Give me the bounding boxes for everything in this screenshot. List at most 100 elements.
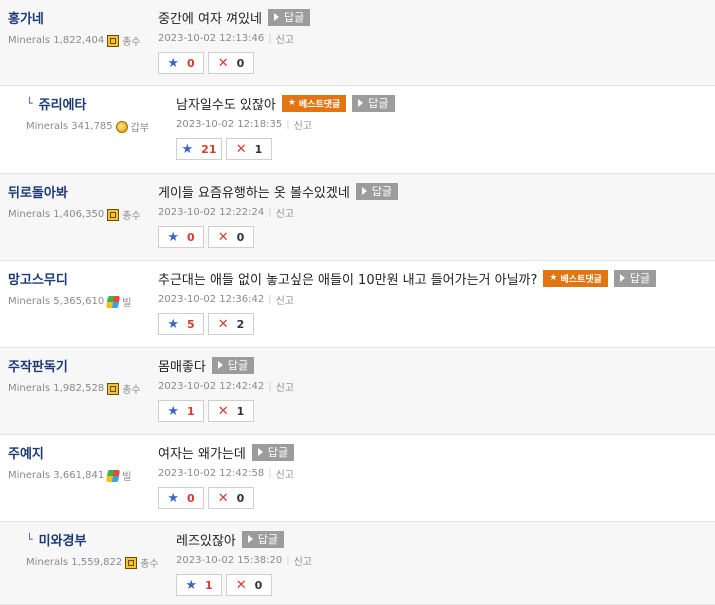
author-nickname[interactable]: └ 쥬리에타 <box>26 94 149 113</box>
comment-meta: 2023-10-02 12:42:42 | 신고 <box>158 379 294 394</box>
reply-button[interactable]: 답글 <box>352 94 395 112</box>
reply-button[interactable]: 답글 <box>613 269 657 287</box>
best-badge-label: 베스트댓글 <box>560 274 602 285</box>
report-link[interactable]: 신고 <box>294 553 312 568</box>
comment-date: 2023-10-02 12:13:46 <box>158 33 265 44</box>
nickname-text[interactable]: 홍가네 <box>8 8 44 27</box>
comment-meta: 2023-10-02 12:42:58 | 신고 <box>158 466 294 481</box>
upvote-count: 1 <box>205 578 213 592</box>
x-icon: ✕ <box>217 229 229 245</box>
author-nickname[interactable]: 홍가네 <box>8 8 141 27</box>
upvote-button[interactable]: ★ 5 <box>158 313 204 335</box>
downvote-button[interactable]: ✕ 0 <box>208 226 254 248</box>
comment-item: └ 쥬리에타 Minerals 341,785 갑부 남자일수도 있잖아 ★ 베스트댓글 답글… <box>0 86 715 174</box>
comment-body: 게이들 요즘유행하는 옷 볼수있겠네 답글 2023-10-02 12:22:24 |… <box>158 181 399 248</box>
play-icon <box>257 448 263 456</box>
reply-button[interactable]: 답글 <box>251 443 295 461</box>
report-link[interactable]: 신고 <box>276 466 294 481</box>
vote-buttons: ★ 0 ✕ 0 <box>158 226 398 248</box>
report-link[interactable]: 신고 <box>276 379 294 394</box>
upvote-button[interactable]: ★ 21 <box>176 138 222 160</box>
upvote-count: 1 <box>187 404 195 418</box>
reply-button[interactable]: 답글 <box>211 356 255 374</box>
author-meta: Minerals 1,559,822 총수 <box>26 555 159 570</box>
comment-author: 주예지 Minerals 3,661,841 빌 <box>8 443 131 483</box>
nickname-text[interactable]: 망고스무디 <box>8 269 68 288</box>
report-link[interactable]: 신고 <box>276 205 294 220</box>
play-icon <box>358 99 364 107</box>
comment-body: 남자일수도 있잖아 ★ 베스트댓글 답글 2023-10-02 12:18:35 | 신고 ★… <box>176 93 395 160</box>
x-icon: ✕ <box>217 403 229 419</box>
comment-body: 중간에 여자 껴있네 답글 2023-10-02 12:13:46 | 신고 ★ 0 ✕ 0 <box>158 7 311 74</box>
comment-date: 2023-10-02 15:38:20 <box>176 555 283 566</box>
nickname-text[interactable]: 주작판독기 <box>8 356 68 375</box>
comment-date: 2023-10-02 12:42:42 <box>158 381 265 392</box>
reply-button[interactable]: 답글 <box>267 8 311 26</box>
downvote-count: 1 <box>254 142 263 156</box>
downvote-button[interactable]: ✕ 1 <box>208 400 254 422</box>
downvote-button[interactable]: ✕ 0 <box>226 574 272 596</box>
minerals-count: Minerals 5,365,610 <box>8 296 105 307</box>
rank-box-icon <box>107 382 120 395</box>
comment-line: 여자는 왜가는데 답글 <box>158 442 295 462</box>
nickname-text[interactable]: 뒤로돌아봐 <box>8 182 68 201</box>
author-nickname[interactable]: └ 미와경부 <box>26 530 159 549</box>
upvote-button[interactable]: ★ 1 <box>176 574 222 596</box>
comment-line: 중간에 여자 껴있네 답글 <box>158 7 311 27</box>
vote-buttons: ★ 21 ✕ 1 <box>176 138 395 160</box>
comment-text: 몸매좋다 <box>158 359 206 375</box>
rank-label: 빌 <box>122 472 132 483</box>
comment-line: 추근대는 애들 없이 놓고싶은 애들이 10만원 내고 들어가는거 아닐까? ★ 베… <box>158 268 657 288</box>
rank-label: 총수 <box>122 385 141 396</box>
nickname-text[interactable]: 주예지 <box>8 443 44 462</box>
comment-text: 여자는 왜가는데 <box>158 446 246 462</box>
comment-date: 2023-10-02 12:18:35 <box>176 119 283 130</box>
play-icon <box>247 535 253 543</box>
reply-indicator-icon: └ <box>26 533 33 546</box>
nickname-text[interactable]: 미와경부 <box>39 530 87 549</box>
vote-buttons: ★ 1 ✕ 1 <box>158 400 294 422</box>
comment-author: 주작판독기 Minerals 1,982,528 총수 <box>8 356 141 396</box>
minerals-count: Minerals 1,406,350 <box>8 209 105 220</box>
windows-flag-icon <box>106 295 121 308</box>
upvote-button[interactable]: ★ 0 <box>158 226 204 248</box>
x-icon: ✕ <box>235 141 247 157</box>
author-nickname[interactable]: 주예지 <box>8 443 131 462</box>
separator: | <box>268 468 272 479</box>
reply-button[interactable]: 답글 <box>355 182 399 200</box>
star-icon: ★ <box>287 98 296 108</box>
reply-button-label: 답글 <box>371 185 393 198</box>
author-nickname[interactable]: 망고스무디 <box>8 269 131 288</box>
downvote-button[interactable]: ✕ 0 <box>208 487 254 509</box>
reply-button-label: 답글 <box>227 359 249 372</box>
downvote-count: 0 <box>236 491 245 505</box>
comment-author: └ 쥬리에타 Minerals 341,785 갑부 <box>26 94 149 134</box>
nickname-text[interactable]: 쥬리에타 <box>39 94 87 113</box>
comment-text: 게이들 요즘유행하는 옷 볼수있겠네 <box>158 185 350 201</box>
author-nickname[interactable]: 주작판독기 <box>8 356 141 375</box>
reply-button[interactable]: 답글 <box>241 530 285 548</box>
upvote-button[interactable]: ★ 0 <box>158 487 204 509</box>
upvote-count: 0 <box>187 491 195 505</box>
upvote-button[interactable]: ★ 0 <box>158 52 204 74</box>
upvote-button[interactable]: ★ 1 <box>158 400 204 422</box>
separator: | <box>286 555 290 566</box>
downvote-count: 0 <box>254 578 263 592</box>
downvote-button[interactable]: ✕ 2 <box>208 313 254 335</box>
comment-body: 레즈있잖아 답글 2023-10-02 15:38:20 | 신고 ★ 1 ✕ 0 <box>176 529 312 596</box>
minerals-count: Minerals 1,982,528 <box>8 383 105 394</box>
report-link[interactable]: 신고 <box>276 31 294 46</box>
author-meta: Minerals 5,365,610 빌 <box>8 294 131 309</box>
x-icon: ✕ <box>217 490 229 506</box>
star-icon: ★ <box>167 490 179 506</box>
report-link[interactable]: 신고 <box>276 292 294 307</box>
minerals-count: Minerals 341,785 <box>26 121 113 132</box>
report-link[interactable]: 신고 <box>294 117 312 132</box>
author-nickname[interactable]: 뒤로돌아봐 <box>8 182 141 201</box>
play-icon <box>619 274 625 282</box>
downvote-button[interactable]: ✕ 0 <box>208 52 254 74</box>
vote-buttons: ★ 0 ✕ 0 <box>158 487 294 509</box>
rank-box-icon <box>125 556 138 569</box>
downvote-button[interactable]: ✕ 1 <box>226 138 272 160</box>
rank-box-icon <box>107 34 120 47</box>
